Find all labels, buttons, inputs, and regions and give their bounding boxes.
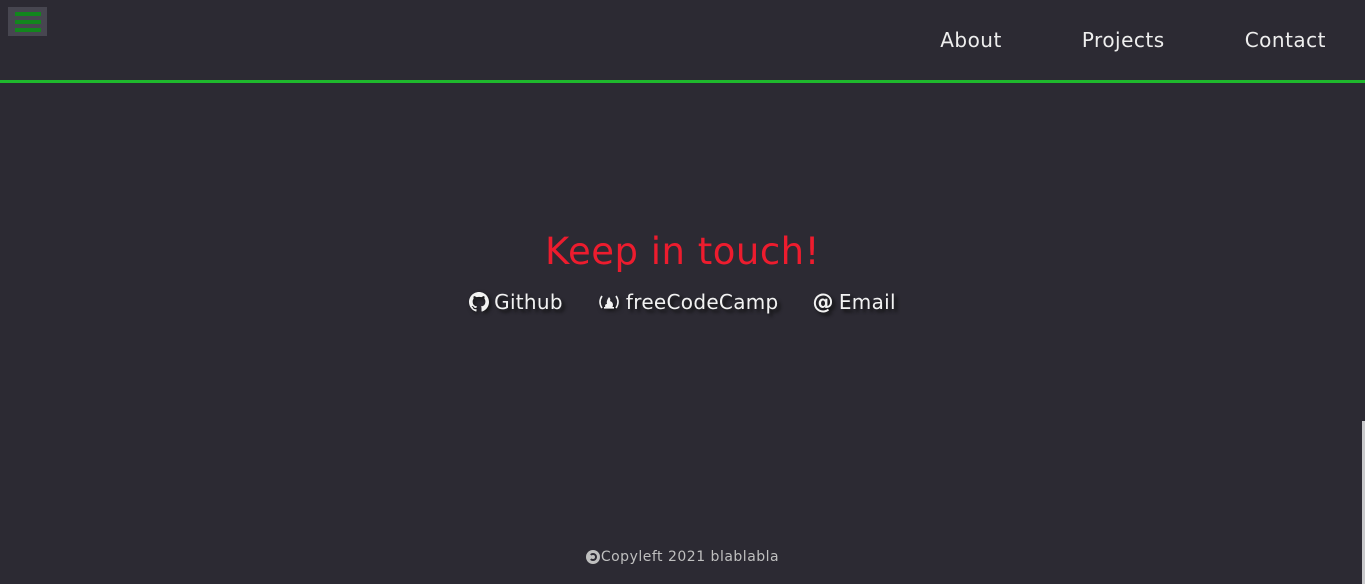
github-link[interactable]: Github [469, 290, 563, 314]
footer-content: Copyleft 2021 blablabla [585, 549, 780, 565]
github-label: Github [494, 290, 563, 314]
email-label: Email [838, 290, 896, 314]
freecodecamp-icon [599, 295, 619, 309]
footer-text: Copyleft 2021 blablabla [600, 549, 780, 565]
page: About Projects Contact Keep in touch! Gi… [0, 0, 1365, 584]
footer: Copyleft 2021 blablabla [0, 549, 1365, 568]
menu-bar [14, 27, 41, 32]
freecodecamp-link[interactable]: freeCodeCamp [597, 290, 779, 314]
menu-bar [14, 11, 41, 16]
nav-link-projects[interactable]: Projects [1042, 28, 1205, 52]
menu-bar [14, 19, 41, 24]
freecodecamp-label: freeCodeCamp [625, 290, 779, 314]
navbar: About Projects Contact [0, 0, 1365, 83]
email-link[interactable]: @ Email [813, 290, 896, 314]
hamburger-menu-icon[interactable] [8, 7, 47, 36]
nav-link-contact[interactable]: Contact [1205, 28, 1365, 52]
nav-links: About Projects Contact [900, 0, 1365, 80]
at-sign-icon: @ [812, 290, 834, 314]
github-icon [469, 292, 490, 312]
copyleft-icon [585, 550, 600, 564]
contact-title: Keep in touch! [545, 230, 820, 273]
contact-section: Keep in touch! Github freeCodeCamp @ Ema… [0, 83, 1365, 503]
contact-links: Github freeCodeCamp @ Email [0, 290, 1365, 314]
nav-link-about[interactable]: About [900, 28, 1042, 52]
